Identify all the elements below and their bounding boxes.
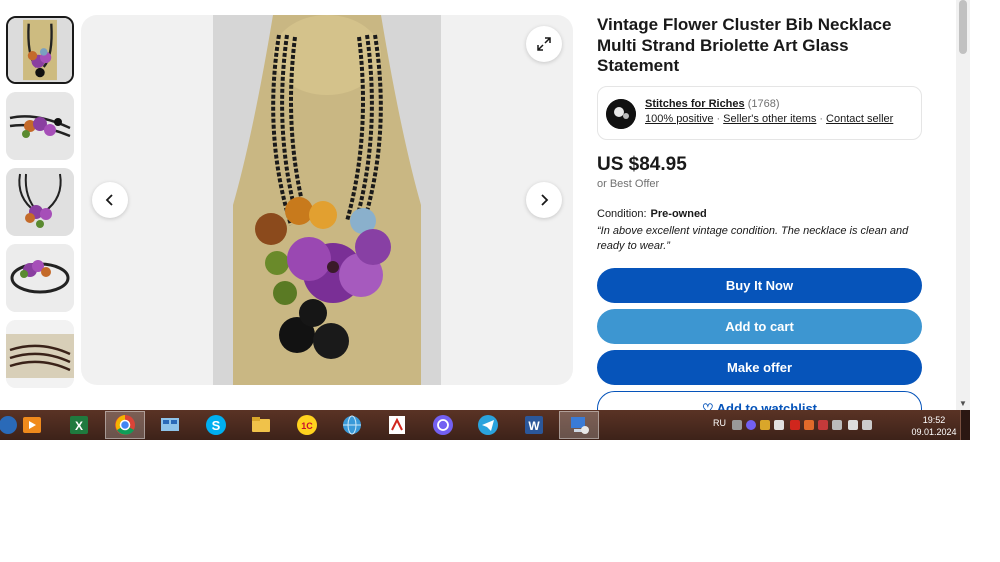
seller-feedback-count: (1768) xyxy=(747,98,780,110)
taskbar-skype[interactable]: S xyxy=(196,411,236,439)
svg-text:S: S xyxy=(212,418,221,433)
contact-seller-link[interactable]: Contact seller xyxy=(826,113,893,125)
svg-text:W: W xyxy=(528,419,540,433)
chevron-left-icon xyxy=(105,194,113,206)
scrollbar-thumb[interactable] xyxy=(959,0,967,54)
expand-image-button[interactable] xyxy=(526,26,562,62)
clock[interactable]: 19:52 09.01.2024 xyxy=(910,414,958,438)
add-to-cart-button[interactable]: Add to cart xyxy=(597,309,922,344)
svg-text:X: X xyxy=(75,419,83,433)
pdf-icon xyxy=(389,416,405,434)
folder-tray-icon[interactable] xyxy=(760,420,770,430)
separator-dot: · xyxy=(716,113,721,125)
taskbar-chrome[interactable] xyxy=(105,411,145,439)
globe-icon xyxy=(343,415,361,435)
taskbar-pdf-reader[interactable] xyxy=(377,411,417,439)
product-title: Vintage Flower Cluster Bib Necklace Mult… xyxy=(597,15,892,75)
screen: Vintage Flower Cluster Bib Necklace Mult… xyxy=(0,0,1000,562)
remote-desktop-icon xyxy=(161,418,179,431)
make-offer-button[interactable]: Make offer xyxy=(597,350,922,385)
taskbar-excel[interactable]: X xyxy=(59,411,99,439)
product-price: US $84.95 xyxy=(597,154,687,175)
media-player-icon xyxy=(23,417,41,433)
excel-icon: X xyxy=(70,416,88,434)
taskbar-file-explorer[interactable] xyxy=(241,411,281,439)
browser-viewport: Vintage Flower Cluster Bib Necklace Mult… xyxy=(0,0,970,410)
windows-taskbar: X S 1C W RU xyxy=(0,410,970,440)
seller-name-row: Stitches for Riches (1768) xyxy=(645,98,780,110)
remote-connection-icon xyxy=(571,417,589,434)
thumbnail-3[interactable] xyxy=(6,168,74,236)
language-indicator[interactable]: RU xyxy=(713,418,726,428)
folder-icon xyxy=(252,417,270,432)
seller-name-link[interactable]: Stitches for Riches xyxy=(645,98,745,110)
thumbnail-necklace-image xyxy=(8,18,72,82)
taskbar-remote-connection[interactable] xyxy=(559,411,599,439)
condition-row: Condition: Pre-owned xyxy=(597,208,707,220)
thumbnail-necklace-image xyxy=(6,320,74,388)
seller-links: 100% positive · Seller's other items · Conta… xyxy=(645,113,893,125)
security-icon[interactable] xyxy=(818,420,828,430)
svg-text:1C: 1C xyxy=(301,421,313,431)
network-status-icon[interactable] xyxy=(832,420,842,430)
best-offer-label: or Best Offer xyxy=(597,178,660,190)
necklace-photo[interactable] xyxy=(213,15,441,385)
previous-image-button[interactable] xyxy=(92,182,128,218)
taskbar-telegram[interactable] xyxy=(468,411,508,439)
thumbnail-4[interactable] xyxy=(6,244,74,312)
taskbar-viber[interactable] xyxy=(423,411,463,439)
skype-icon: S xyxy=(206,415,226,435)
viber-icon xyxy=(433,415,453,435)
thumbnail-5[interactable] xyxy=(6,320,74,388)
settings-icon[interactable] xyxy=(732,420,742,430)
seller-card: Stitches for Riches (1768) 100% positive… xyxy=(597,86,922,140)
add-to-watchlist-button[interactable]: ♡ Add to watchlist xyxy=(597,391,922,410)
separator-dot: · xyxy=(819,113,824,125)
viber-tray-icon[interactable] xyxy=(746,420,756,430)
clock-date: 09.01.2024 xyxy=(911,427,957,437)
taskbar-remote-desktop[interactable] xyxy=(150,411,190,439)
chrome-icon xyxy=(115,415,135,435)
volume-icon[interactable] xyxy=(774,420,784,430)
scroll-down-arrow-icon[interactable]: ▼ xyxy=(959,399,967,408)
notifications-icon[interactable] xyxy=(862,420,872,430)
taskbar-word[interactable]: W xyxy=(514,411,554,439)
seller-other-items-link[interactable]: Seller's other items xyxy=(723,113,816,125)
show-desktop-button[interactable] xyxy=(960,410,970,440)
thumbnail-2[interactable] xyxy=(6,92,74,160)
thumbnail-necklace-image xyxy=(6,244,74,312)
system-tray: RU xyxy=(710,410,910,440)
thumbnail-1[interactable] xyxy=(6,16,74,84)
expand-icon xyxy=(537,37,551,51)
update-icon[interactable] xyxy=(804,420,814,430)
chevron-right-icon xyxy=(541,194,549,206)
word-icon: W xyxy=(525,416,543,434)
condition-label: Condition: xyxy=(597,208,647,220)
heart-icon: ♡ xyxy=(701,400,714,411)
thumbnail-necklace-image xyxy=(6,168,74,236)
battery-icon[interactable] xyxy=(848,420,858,430)
condition-note: “In above excellent vintage condition. T… xyxy=(597,225,909,252)
1c-icon: 1C xyxy=(297,415,317,435)
seller-positive-link[interactable]: 100% positive xyxy=(645,113,714,125)
clock-time: 19:52 xyxy=(922,415,946,425)
taskbar-media-player-2[interactable] xyxy=(12,411,52,439)
necklace-image xyxy=(213,15,441,385)
vertical-scrollbar[interactable]: ▼ xyxy=(956,0,970,410)
thumbnail-necklace-image xyxy=(6,92,74,160)
condition-value: Pre-owned xyxy=(650,208,707,220)
avatar-image xyxy=(606,99,636,129)
taskbar-network[interactable] xyxy=(332,411,372,439)
taskbar-1c[interactable]: 1C xyxy=(287,411,327,439)
seller-avatar[interactable] xyxy=(606,99,636,129)
main-product-image-frame xyxy=(81,15,573,385)
antivirus-icon[interactable] xyxy=(790,420,800,430)
buy-it-now-button[interactable]: Buy It Now xyxy=(597,268,922,303)
watchlist-label: Add to watchlist xyxy=(716,401,818,410)
next-image-button[interactable] xyxy=(526,182,562,218)
telegram-icon xyxy=(478,415,498,435)
